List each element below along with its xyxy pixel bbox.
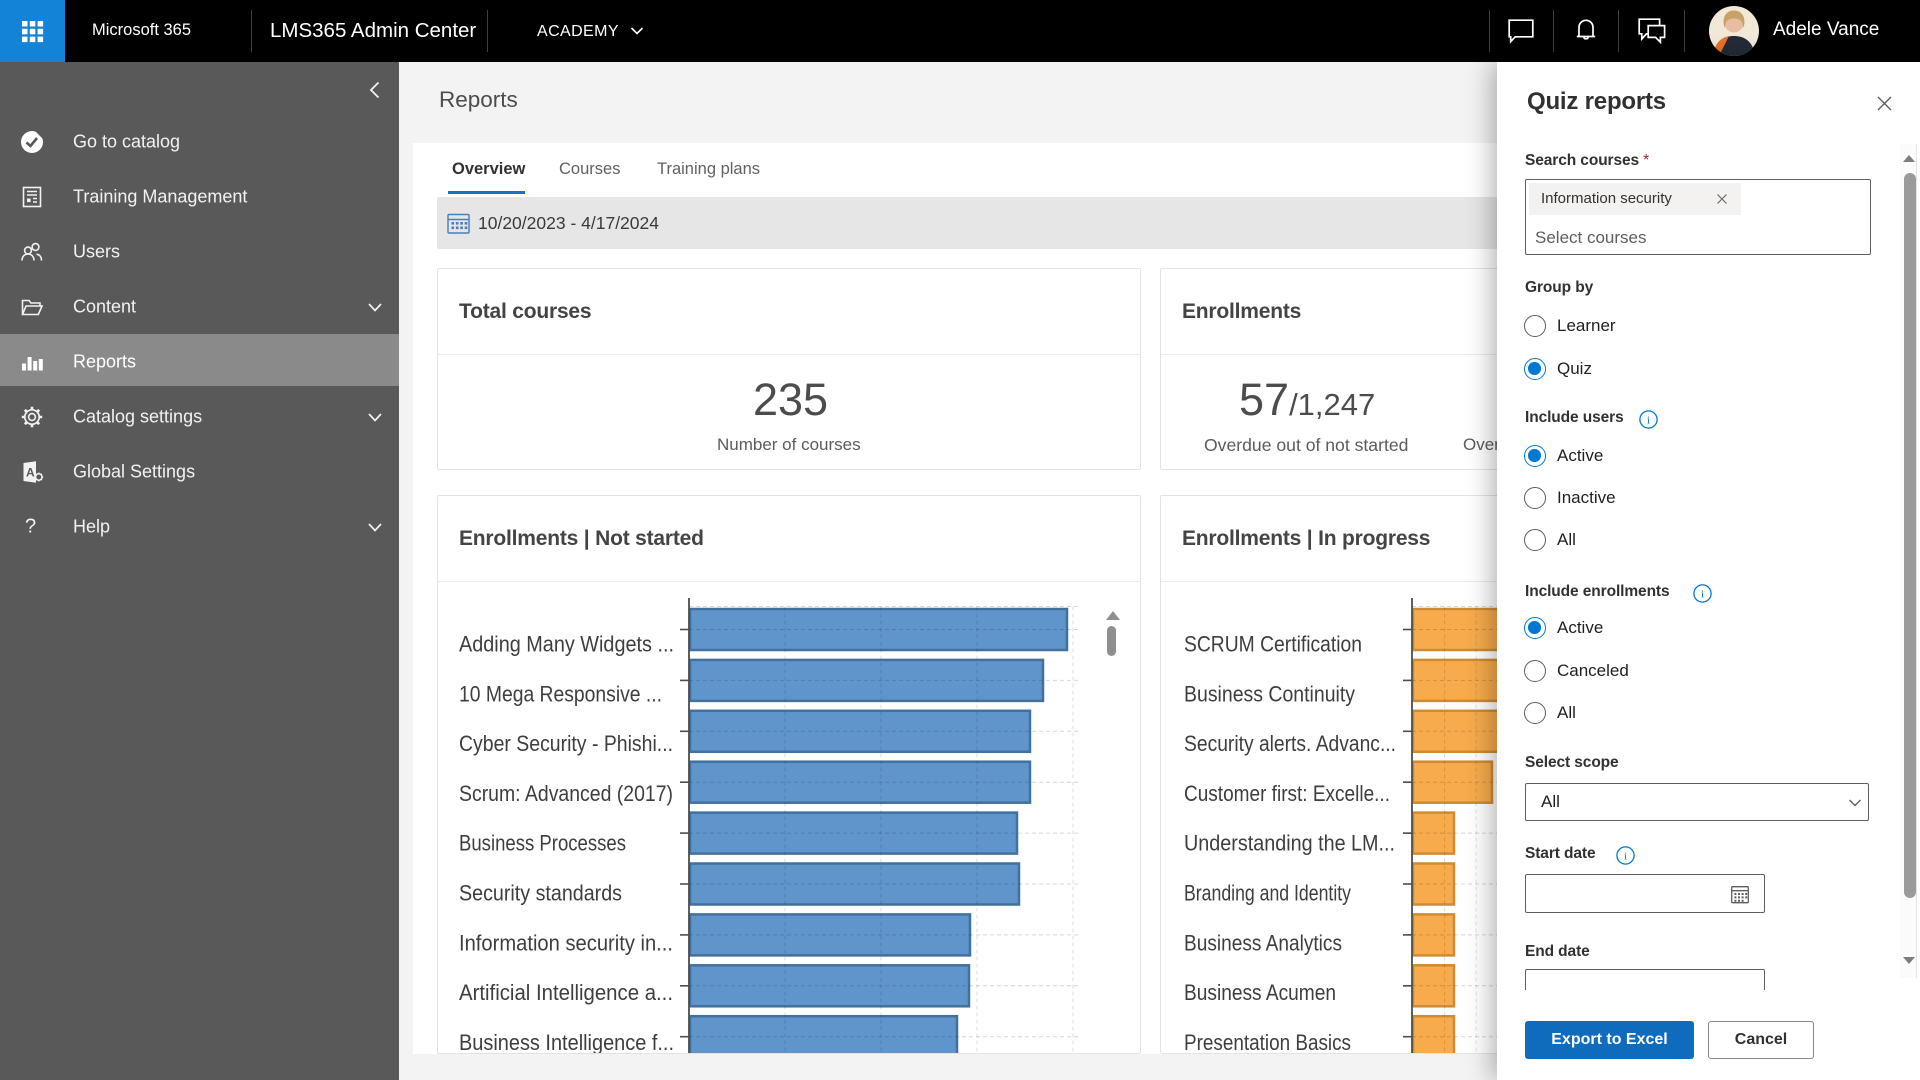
- svg-text:i: i: [1624, 851, 1627, 863]
- svg-text:SCRUM Certification: SCRUM Certification: [1184, 632, 1362, 657]
- svg-text:Business Processes: Business Processes: [459, 831, 626, 856]
- svg-text:Adding Many Widgets ...: Adding Many Widgets ...: [459, 632, 674, 657]
- svg-text:i: i: [1701, 589, 1704, 601]
- svg-text:i: i: [1647, 415, 1650, 427]
- svg-text:Security standards: Security standards: [459, 881, 622, 906]
- svg-text:10 Mega Responsive ...: 10 Mega Responsive ...: [459, 681, 662, 706]
- svg-text:Branding and Identity: Branding and Identity: [1184, 881, 1351, 906]
- svg-text:A: A: [26, 465, 35, 479]
- svg-text:Business Intelligence f...: Business Intelligence f...: [459, 1030, 674, 1053]
- svg-text:Understanding the LM...: Understanding the LM...: [1184, 831, 1395, 856]
- svg-text:Business Acumen: Business Acumen: [1184, 980, 1336, 1005]
- svg-text:Business Continuity: Business Continuity: [1184, 681, 1355, 706]
- svg-text:Presentation Basics: Presentation Basics: [1184, 1030, 1351, 1053]
- svg-text:Customer first: Excelle...: Customer first: Excelle...: [1184, 781, 1390, 806]
- svg-text:Artificial Intelligence a...: Artificial Intelligence a...: [459, 980, 673, 1005]
- svg-text:Scrum: Advanced (2017): Scrum: Advanced (2017): [459, 781, 673, 806]
- svg-text:Business Analytics: Business Analytics: [1184, 930, 1342, 955]
- svg-text:Information security in...: Information security in...: [459, 930, 673, 955]
- svg-text:Security alerts. Advanc...: Security alerts. Advanc...: [1184, 731, 1396, 756]
- svg-text:Cyber Security - Phishi...: Cyber Security - Phishi...: [459, 731, 673, 756]
